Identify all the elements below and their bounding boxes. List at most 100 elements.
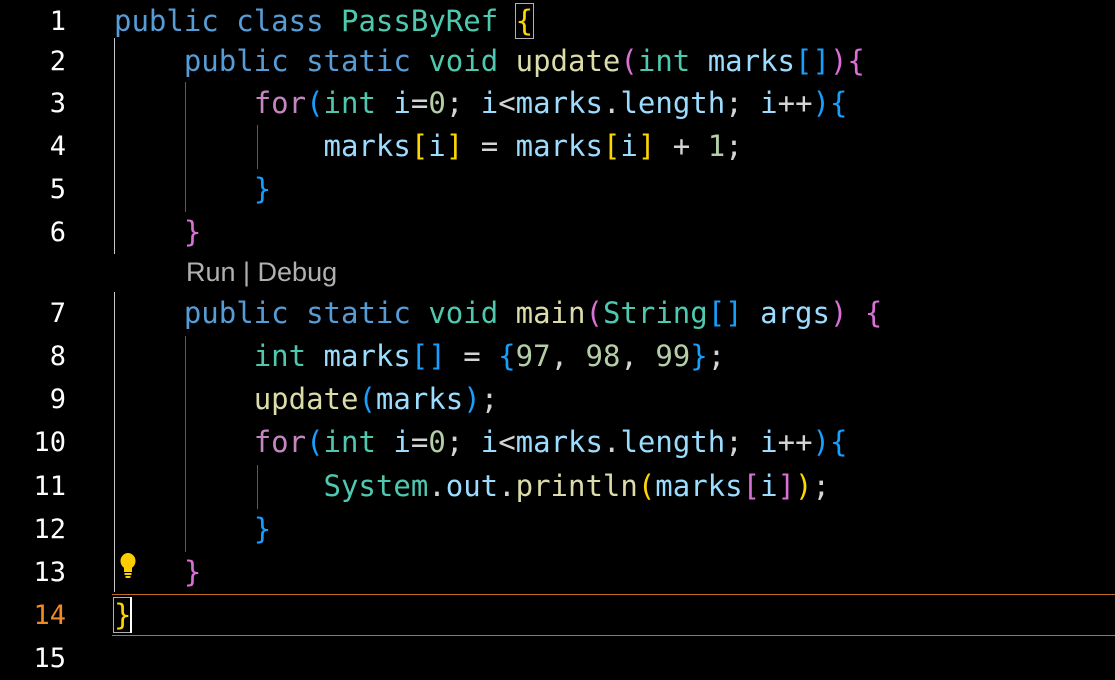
code-text[interactable]: marks[i] = marks[i] + 1; (114, 129, 743, 163)
code-token: ; (725, 86, 761, 120)
code-token: } (183, 555, 202, 589)
code-token: public (183, 44, 289, 78)
code-token: . (498, 469, 516, 503)
code-token: ; (725, 129, 743, 163)
line-number: 9 (49, 384, 66, 415)
code-token: marks (515, 425, 603, 459)
code-token: i (760, 469, 778, 503)
code-token: ) (795, 469, 813, 503)
code-token: args (760, 296, 830, 330)
code-token: } (253, 172, 272, 206)
code-token: 0 (428, 425, 446, 459)
code-token: ( (637, 469, 656, 503)
code-token: 97 (515, 339, 551, 373)
lightbulb-icon[interactable] (118, 552, 138, 580)
code-line[interactable]: 1 public class PassByRef { (0, 0, 1115, 43)
code-token: i (480, 425, 499, 459)
code-line[interactable]: 2 public static void update(int marks[])… (0, 40, 1115, 83)
code-text[interactable]: public class PassByRef { (114, 3, 535, 39)
code-text[interactable]: } (114, 512, 271, 546)
code-text[interactable]: public static void update(int marks[]){ (114, 44, 865, 78)
code-token: main (515, 296, 586, 330)
line-number: 3 (49, 88, 66, 119)
code-token: marks (515, 86, 603, 120)
code-text[interactable]: update(marks); (114, 382, 498, 416)
code-token: i (393, 86, 411, 120)
line-number: 1 (49, 6, 66, 37)
code-token: . (428, 469, 446, 503)
code-token: } (183, 215, 202, 249)
code-token: for (253, 425, 307, 459)
code-token: println (515, 469, 638, 503)
code-line[interactable]: 13 } (0, 551, 1115, 594)
code-line[interactable]: 5 } (0, 168, 1115, 211)
code-token: 99 (655, 339, 691, 373)
code-line[interactable]: 14} (0, 594, 1115, 637)
code-token: ; (707, 339, 726, 373)
code-token: ; (445, 425, 481, 459)
code-token: { (498, 339, 516, 373)
code-line[interactable]: 8 int marks[] = {97, 98, 99}; (0, 335, 1115, 378)
code-text[interactable]: } (114, 215, 201, 249)
line-number: 10 (33, 427, 66, 458)
code-token: void (428, 296, 499, 330)
code-line[interactable]: 10 for(int i=0; i<marks.length; i++){ (0, 421, 1115, 464)
code-token: ( (620, 44, 638, 78)
code-text[interactable]: } (112, 597, 133, 633)
line-number: 7 (49, 298, 66, 329)
code-line[interactable]: 3 for(int i=0; i<marks.length; i++){ (0, 82, 1115, 125)
code-token: public (183, 296, 289, 330)
code-token: = (410, 86, 429, 120)
code-token: [ (602, 129, 621, 163)
code-token: for (253, 86, 307, 120)
code-token: { (514, 3, 535, 39)
code-line[interactable]: 7 public static void main(String[] args)… (0, 292, 1115, 335)
code-text[interactable]: } (114, 172, 271, 206)
code-line[interactable]: 6 } (0, 211, 1115, 254)
code-token: } (112, 597, 133, 633)
code-token: System (323, 469, 429, 503)
code-editor[interactable]: 1 public class PassByRef {2 public static… (0, 0, 1115, 674)
line-number: 15 (33, 643, 66, 674)
codelens-run-debug[interactable]: Run | Debug (186, 256, 337, 288)
line-number: 6 (49, 217, 66, 248)
code-token: i (760, 86, 778, 120)
code-token: i (393, 425, 411, 459)
code-text[interactable]: for(int i=0; i<marks.length; i++){ (114, 425, 848, 459)
code-token: ) (829, 296, 848, 330)
code-token: } (690, 339, 708, 373)
code-text[interactable]: public static void main(String[] args) { (114, 296, 883, 330)
code-line[interactable]: 15 (0, 637, 1115, 680)
code-text[interactable]: int marks[] = {97, 98, 99}; (114, 339, 726, 373)
code-line[interactable]: 4 marks[i] = marks[i] + 1; (0, 125, 1115, 168)
code-token: + (655, 129, 708, 163)
code-token: ; (725, 425, 761, 459)
code-token: ( (585, 296, 603, 330)
code-text[interactable]: for(int i=0; i<marks.length; i++){ (114, 86, 848, 120)
code-token: ) (812, 425, 830, 459)
code-line[interactable]: 12 } (0, 508, 1115, 551)
code-text[interactable]: System.out.println(marks[i]); (114, 469, 830, 503)
code-token: i (480, 86, 499, 120)
code-line[interactable]: 9 update(marks); (0, 378, 1115, 421)
code-line[interactable]: 11 System.out.println(marks[i]); (0, 465, 1115, 508)
line-number: 8 (49, 341, 66, 372)
code-token: , (550, 339, 586, 373)
code-token: public (114, 4, 219, 38)
code-token: marks (707, 44, 796, 78)
code-token: length (620, 425, 726, 459)
